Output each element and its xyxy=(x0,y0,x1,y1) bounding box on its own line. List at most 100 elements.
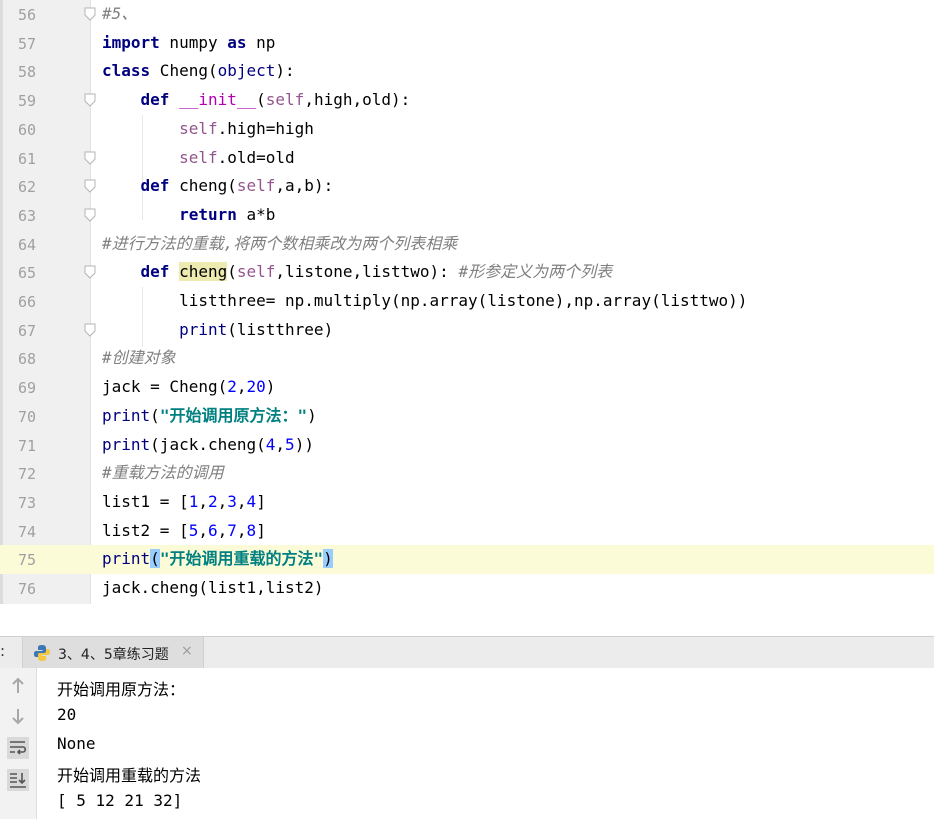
code-line[interactable]: 73 list1 = [1,2,3,4] xyxy=(0,488,934,517)
code-line[interactable]: 72 #重载方法的调用 xyxy=(0,459,934,488)
code-line[interactable]: 56 #5、 xyxy=(0,0,934,29)
fold-marker-icon[interactable] xyxy=(84,7,96,21)
code-line[interactable]: 67 print(listthree) xyxy=(0,316,934,345)
console-toolbar xyxy=(0,668,37,819)
code-line[interactable]: 59 def __init__(self,high,old): xyxy=(0,86,934,115)
line-number: 66 xyxy=(17,293,36,311)
up-arrow-icon[interactable] xyxy=(7,675,29,697)
code-token: ] xyxy=(256,491,266,511)
code-line[interactable]: 70 print("开始调用原方法：") xyxy=(0,402,934,431)
run-tab-bar: : 3、4、5章练习题 × xyxy=(0,636,934,669)
fold-marker-icon[interactable] xyxy=(84,265,96,280)
code-token: class xyxy=(102,61,151,81)
code-editor[interactable]: 56 #5、 57 import numpy as np 58 class Cheng(o… xyxy=(0,0,934,604)
close-icon[interactable]: × xyxy=(181,643,193,659)
code-token: __init__ xyxy=(179,90,257,110)
code-token: 2 xyxy=(207,491,218,511)
code-token: .high=high xyxy=(217,118,314,138)
code-line[interactable]: 60 self.high=high xyxy=(0,115,934,144)
code-line[interactable]: 68 #创建对象 xyxy=(0,344,934,373)
code-text: import numpy as np xyxy=(102,33,275,53)
code-token: Cheng( xyxy=(150,61,218,81)
code-token: list1 = [ xyxy=(102,491,189,511)
code-token: return xyxy=(179,204,237,224)
line-number: 70 xyxy=(17,407,36,426)
code-token: cheng xyxy=(179,262,228,282)
code-token: listthree= np.multiply(np.array(listone)… xyxy=(102,291,748,310)
code-token: 2 xyxy=(227,377,237,397)
code-token: print xyxy=(102,405,151,425)
code-token: ( xyxy=(150,549,160,569)
code-line[interactable]: 63 return a*b xyxy=(0,201,934,230)
code-line[interactable]: 66 listthree= np.multiply(np.array(listo… xyxy=(0,287,934,316)
fold-marker-icon[interactable] xyxy=(84,323,96,337)
code-token: ( xyxy=(227,262,237,282)
code-line[interactable]: 62 def cheng(self,a,b): xyxy=(0,172,934,201)
line-number: 76 xyxy=(17,580,36,598)
code-text: print("开始调用重载的方法") xyxy=(102,549,333,569)
code-line[interactable]: 71 print(jack.cheng(4,5)) xyxy=(0,431,934,460)
code-token: ( xyxy=(256,90,266,110)
code-token: numpy xyxy=(159,32,228,52)
code-token: , xyxy=(198,520,208,540)
line-number: 60 xyxy=(17,120,36,139)
soft-wrap-icon[interactable] xyxy=(7,737,29,759)
tab-run-config[interactable]: 3、4、5章练习题 × xyxy=(22,637,204,668)
code-text: listthree= np.multiply(np.array(listone)… xyxy=(102,291,747,311)
code-line[interactable]: 74 list2 = [5,6,7,8] xyxy=(0,517,934,546)
code-line[interactable]: 75 print("开始调用重载的方法") xyxy=(0,545,934,574)
code-token: #进行方法的重载,将两个数相乘改为两个列表相乘 xyxy=(102,233,458,253)
scroll-to-end-icon[interactable] xyxy=(7,769,29,791)
code-text: jack.cheng(list1,list2) xyxy=(102,578,324,598)
code-token: ] xyxy=(256,520,266,540)
code-token: #重载方法的调用 xyxy=(102,463,224,483)
code-text: return a*b xyxy=(102,205,275,225)
code-line[interactable]: 57 import numpy as np xyxy=(0,29,934,58)
code-token: , xyxy=(198,491,208,511)
code-token: print xyxy=(102,549,151,569)
code-text: self.high=high xyxy=(102,119,314,139)
run-console: 开始调用原方法： 20 None 开始调用重载的方法 [ 5 12 21 32] xyxy=(0,668,934,819)
code-token: , xyxy=(217,491,228,511)
code-text: def __init__(self,high,old): xyxy=(102,90,411,110)
code-line[interactable]: 58 class Cheng(object): xyxy=(0,57,934,86)
line-number: 61 xyxy=(17,149,36,168)
fold-marker-icon[interactable] xyxy=(84,151,96,165)
code-token: self xyxy=(236,262,276,282)
console-output-line: 开始调用重载的方法 xyxy=(57,766,202,785)
console-output-line: None xyxy=(57,734,96,753)
fold-marker-icon[interactable] xyxy=(84,208,96,222)
code-text: #5、 xyxy=(102,4,137,24)
down-arrow-icon[interactable] xyxy=(7,705,29,727)
code-token: object xyxy=(217,61,276,81)
code-token: #形参定义为两个列表 xyxy=(458,262,613,282)
code-line[interactable]: 61 self.old=old xyxy=(0,144,934,173)
line-number: 67 xyxy=(17,321,36,340)
code-token: ,a,b): xyxy=(275,176,334,196)
code-token: 20 xyxy=(246,377,266,397)
code-token: 5 xyxy=(188,520,199,540)
code-token: 6 xyxy=(207,520,218,540)
code-token: 4 xyxy=(246,491,257,511)
fold-marker-icon[interactable] xyxy=(84,93,96,107)
code-token: ) xyxy=(265,377,276,397)
code-token: (jack.cheng( xyxy=(150,434,266,454)
code-token: 5 xyxy=(285,434,295,454)
code-line[interactable]: 76 jack.cheng(list1,list2) xyxy=(0,574,934,603)
line-number: 74 xyxy=(17,522,36,541)
fold-marker-icon[interactable] xyxy=(84,179,96,193)
console-output-line: [ 5 12 21 32] xyxy=(57,791,183,810)
code-line[interactable]: 65 def cheng(self,listone,listtwo): #形参定… xyxy=(0,258,934,287)
code-line[interactable]: 64 #进行方法的重载,将两个数相乘改为两个列表相乘 xyxy=(0,230,934,259)
code-token: .old=old xyxy=(217,147,295,167)
code-text: #创建对象 xyxy=(102,348,176,368)
code-line[interactable]: 69 jack = Cheng(2,20) xyxy=(0,373,934,402)
